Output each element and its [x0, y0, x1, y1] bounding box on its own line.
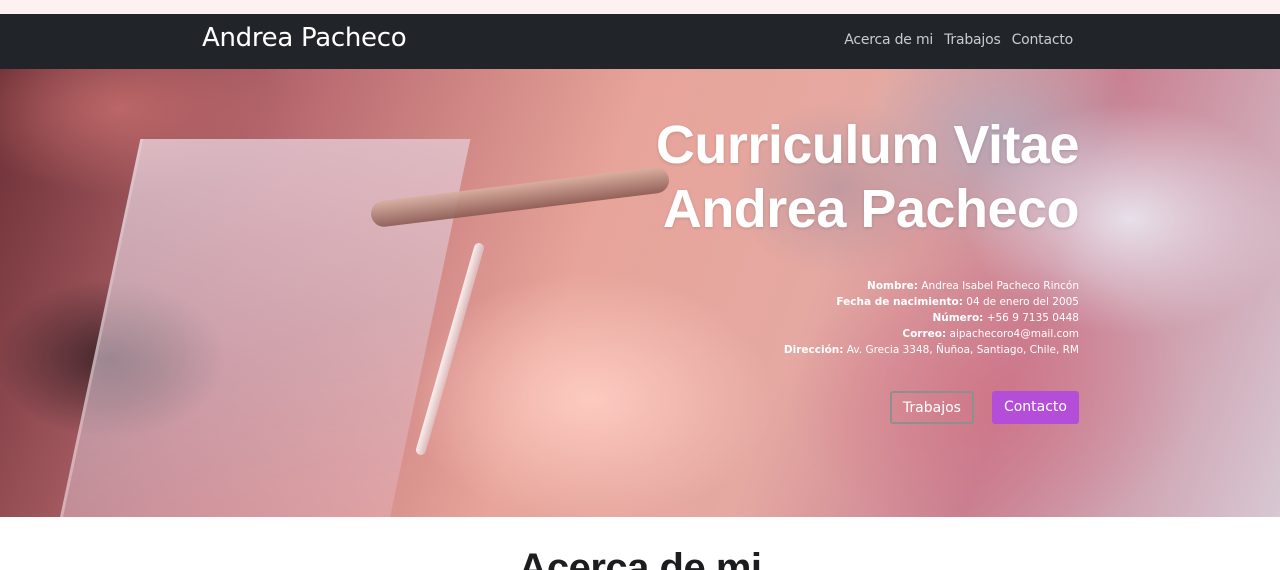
- info-label: Dirección:: [783, 344, 844, 356]
- info-row-name: Nombre: Andrea Isabel Pacheco Rincón: [379, 278, 1079, 294]
- info-value: 04 de enero del 2005: [962, 296, 1079, 308]
- nav-links: Acerca de mi Trabajos Contacto: [844, 32, 1073, 48]
- info-label: Correo:: [902, 328, 947, 340]
- hero-section: Curriculum Vitae Andrea Pacheco Nombre: …: [0, 69, 1280, 517]
- top-strip: [0, 0, 1280, 14]
- hero-title-line-1: Curriculum Vitae: [655, 115, 1080, 175]
- works-button[interactable]: Trabajos: [889, 391, 974, 424]
- navbar: Andrea Pacheco Acerca de mi Trabajos Con…: [0, 14, 1280, 69]
- nav-link-about[interactable]: Acerca de mi: [844, 32, 933, 48]
- info-row-address: Dirección: Av. Grecia 3348, Ñuñoa, Santi…: [379, 342, 1079, 358]
- hero-title-line-2: Andrea Pacheco: [662, 179, 1080, 239]
- contact-button[interactable]: Contacto: [991, 391, 1079, 424]
- info-label: Fecha de nacimiento:: [836, 296, 963, 308]
- info-value: Andrea Isabel Pacheco Rincón: [918, 280, 1079, 292]
- about-section-title: Acerca de mi: [518, 546, 762, 570]
- brand-link[interactable]: Andrea Pacheco: [202, 23, 407, 53]
- info-value: Av. Grecia 3348, Ñuñoa, Santiago, Chile,…: [843, 344, 1079, 356]
- info-row-email: Correo: aipachecoro4@mail.com: [379, 326, 1079, 342]
- hero-buttons: Trabajos Contacto: [379, 391, 1079, 424]
- hero-title: Curriculum Vitae Andrea Pacheco: [379, 113, 1080, 241]
- nav-link-works[interactable]: Trabajos: [944, 32, 1001, 48]
- info-label: Número:: [932, 312, 984, 324]
- hero-content: Curriculum Vitae Andrea Pacheco Nombre: …: [379, 113, 1080, 424]
- nav-link-contact[interactable]: Contacto: [1012, 32, 1074, 48]
- info-value: aipachecoro4@mail.com: [946, 328, 1080, 340]
- info-value: +56 9 7135 0448: [983, 312, 1079, 324]
- info-row-birthdate: Fecha de nacimiento: 04 de enero del 200…: [379, 294, 1079, 310]
- personal-info: Nombre: Andrea Isabel Pacheco Rincón Fec…: [379, 278, 1079, 358]
- info-row-phone: Número: +56 9 7135 0448: [379, 310, 1079, 326]
- info-label: Nombre:: [867, 280, 919, 292]
